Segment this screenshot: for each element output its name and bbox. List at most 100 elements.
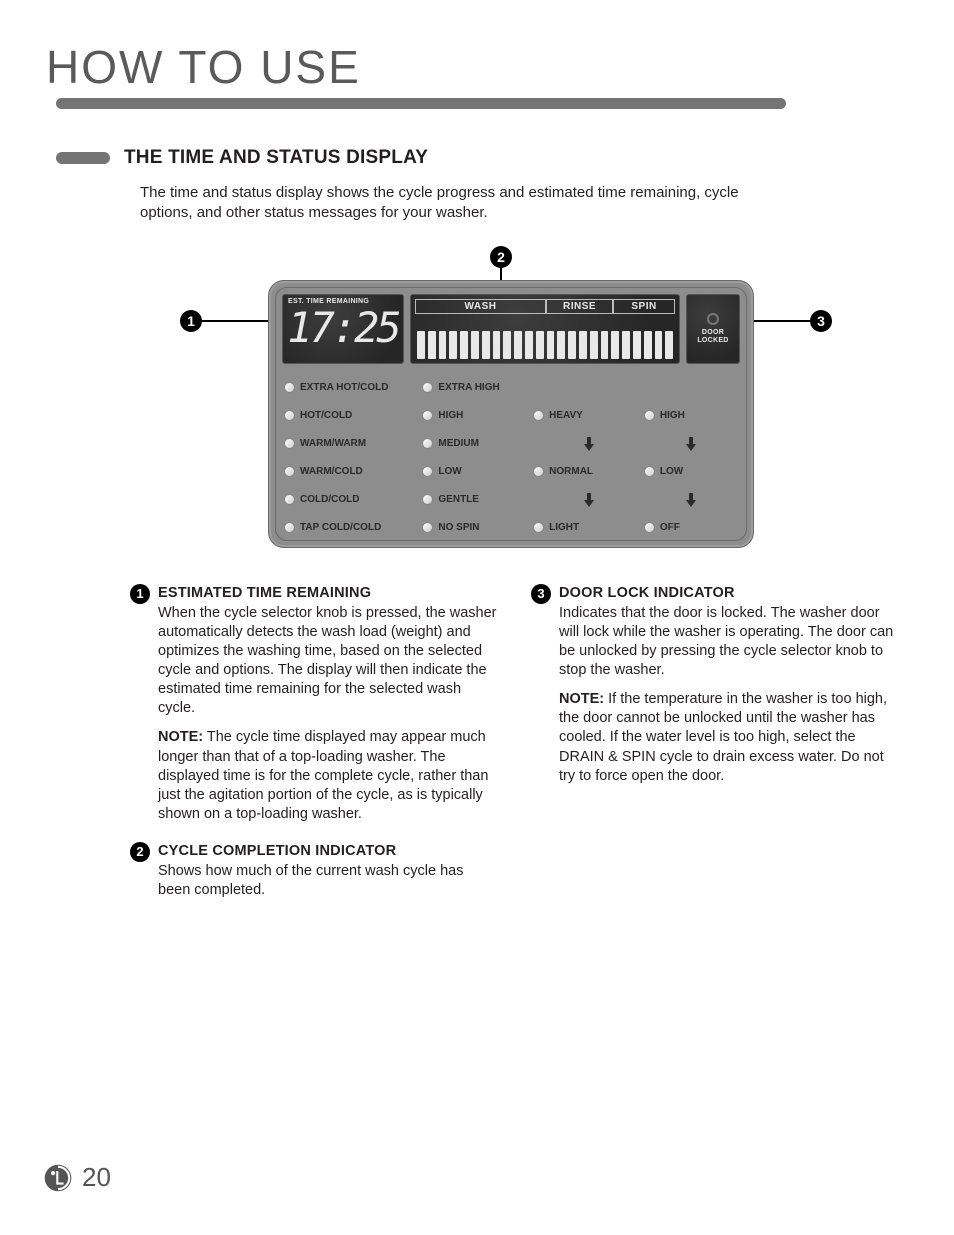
opt-label: OFF	[660, 522, 680, 533]
item-3-note-text: If the temperature in the washer is too …	[559, 691, 887, 784]
time-remaining-value: 17:25	[283, 305, 403, 363]
led-icon	[284, 438, 295, 449]
opt-tap-cold-cold: TAP COLD/COLD	[284, 514, 422, 541]
opt-label: COLD/COLD	[300, 494, 359, 505]
led-icon	[533, 410, 544, 421]
opt-label: TAP COLD/COLD	[300, 522, 381, 533]
option-grid: EXTRA HOT/COLD EXTRA HIGH HOT/COLD HIGH …	[276, 370, 746, 541]
opt-label: NO SPIN	[438, 522, 479, 533]
led-icon	[284, 466, 295, 477]
opt-label: HIGH	[660, 410, 685, 421]
led-icon	[422, 466, 433, 477]
phase-wash: WASH	[415, 299, 546, 314]
note-label: NOTE:	[559, 691, 604, 707]
led-icon	[422, 522, 433, 533]
opt-label: HEAVY	[549, 410, 583, 421]
opt-low-2: LOW	[644, 458, 738, 486]
opt-light: LIGHT	[533, 514, 644, 541]
item-1-p2: NOTE: The cycle time displayed may appea…	[158, 728, 497, 824]
opt-hot-cold: HOT/COLD	[284, 402, 422, 430]
arrow-down-icon	[644, 430, 738, 458]
led-icon	[533, 522, 544, 533]
opt-label: LOW	[438, 466, 461, 477]
opt-label: GENTLE	[438, 494, 479, 505]
item-3-title: DOOR LOCK INDICATOR	[559, 584, 898, 603]
control-panel: EST. TIME REMAINING 17:25 WASH RINSE SPI…	[268, 280, 754, 548]
display-diagram: 2 1 3 EST. TIME REMAINING 17:25 WASH RIN…	[140, 252, 860, 562]
time-remaining-block: EST. TIME REMAINING 17:25	[282, 294, 404, 364]
led-icon	[644, 522, 655, 533]
item-1-number: 1	[130, 584, 150, 604]
progress-bar	[415, 331, 675, 359]
opt-normal: NORMAL	[533, 458, 644, 486]
led-icon	[284, 522, 295, 533]
opt-gentle: GENTLE	[422, 486, 533, 514]
cycle-progress-block: WASH RINSE SPIN	[410, 294, 680, 364]
opt-label: MEDIUM	[438, 438, 479, 449]
item-1-p1: When the cycle selector knob is pressed,…	[158, 604, 497, 719]
page-title: HOW TO USE	[46, 40, 898, 94]
callout-1-bubble: 1	[180, 310, 202, 332]
opt-label: HIGH	[438, 410, 463, 421]
item-3: 3 DOOR LOCK INDICATOR Indicates that the…	[531, 584, 898, 786]
opt-low: LOW	[422, 458, 533, 486]
item-1: 1 ESTIMATED TIME REMAINING When the cycl…	[130, 584, 497, 825]
door-lock-led-icon	[707, 313, 719, 325]
opt-medium: MEDIUM	[422, 430, 533, 458]
led-icon	[422, 438, 433, 449]
phase-spin: SPIN	[613, 299, 675, 314]
led-icon	[284, 410, 295, 421]
opt-label: EXTRA HIGH	[438, 382, 499, 393]
led-icon	[422, 410, 433, 421]
item-1-title: ESTIMATED TIME REMAINING	[158, 584, 497, 603]
section-heading: THE TIME AND STATUS DISPLAY	[124, 147, 428, 169]
note-label: NOTE:	[158, 729, 203, 745]
phase-rinse: RINSE	[546, 299, 613, 314]
item-2-title: CYCLE COMPLETION INDICATOR	[158, 842, 497, 861]
intro-text: The time and status display shows the cy…	[140, 183, 790, 224]
callout-2-bubble: 2	[490, 246, 512, 268]
opt-off: OFF	[644, 514, 738, 541]
opt-extra-high: EXTRA HIGH	[422, 374, 533, 402]
opt-high: HIGH	[422, 402, 533, 430]
opt-warm-cold: WARM/COLD	[284, 458, 422, 486]
lg-logo-icon	[44, 1164, 72, 1192]
opt-label: HOT/COLD	[300, 410, 352, 421]
led-icon	[284, 382, 295, 393]
door-lock-label: DOORLOCKED	[697, 329, 728, 344]
opt-extra-hot-cold: EXTRA HOT/COLD	[284, 374, 422, 402]
opt-label: EXTRA HOT/COLD	[300, 382, 389, 393]
led-icon	[644, 466, 655, 477]
led-icon	[422, 494, 433, 505]
opt-blank	[644, 374, 738, 402]
opt-label: NORMAL	[549, 466, 593, 477]
callout-3-bubble: 3	[810, 310, 832, 332]
opt-label: WARM/COLD	[300, 466, 363, 477]
led-icon	[284, 494, 295, 505]
title-rule	[56, 98, 786, 109]
arrow-down-icon	[644, 486, 738, 514]
section-bullet	[56, 152, 110, 164]
opt-label: WARM/WARM	[300, 438, 366, 449]
door-lock-block: DOORLOCKED	[686, 294, 740, 364]
item-3-p1: Indicates that the door is locked. The w…	[559, 604, 898, 681]
page-number: 20	[82, 1162, 111, 1193]
arrow-down-icon	[533, 430, 644, 458]
opt-no-spin: NO SPIN	[422, 514, 533, 541]
item-3-number: 3	[531, 584, 551, 604]
page-footer: 20	[44, 1162, 111, 1193]
opt-label: LIGHT	[549, 522, 579, 533]
item-2-p1: Shows how much of the current wash cycle…	[158, 862, 497, 900]
opt-heavy: HEAVY	[533, 402, 644, 430]
led-icon	[644, 410, 655, 421]
opt-label: LOW	[660, 466, 683, 477]
opt-high-2: HIGH	[644, 402, 738, 430]
opt-blank	[533, 374, 644, 402]
opt-cold-cold: COLD/COLD	[284, 486, 422, 514]
item-2-number: 2	[130, 842, 150, 862]
led-icon	[422, 382, 433, 393]
opt-warm-warm: WARM/WARM	[284, 430, 422, 458]
item-3-p2: NOTE: If the temperature in the washer i…	[559, 690, 898, 786]
arrow-down-icon	[533, 486, 644, 514]
led-icon	[533, 466, 544, 477]
